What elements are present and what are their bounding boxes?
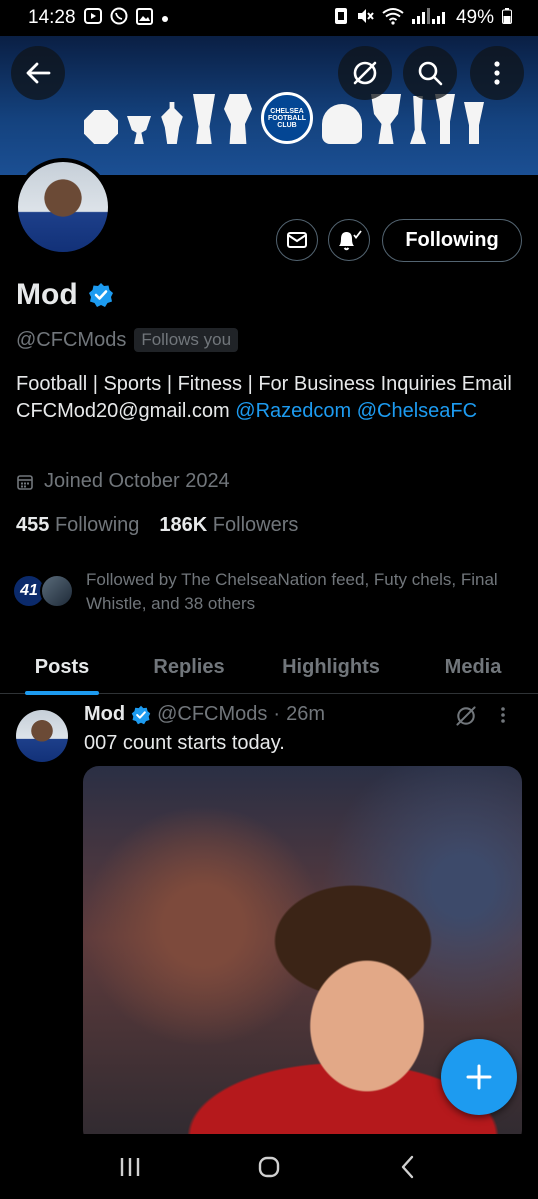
bio-mention-razedcom[interactable]: @Razedcom [235, 400, 351, 422]
trophy-icon [322, 104, 362, 144]
home-button[interactable] [239, 1142, 299, 1192]
tab-posts[interactable]: Posts [0, 640, 124, 694]
trophy-icon [193, 94, 215, 144]
post-author-handle[interactable]: @CFCMods [157, 703, 267, 726]
following-count: 455 [16, 514, 50, 536]
media-icon [83, 8, 102, 28]
profile-handle: @CFCMods [16, 328, 127, 351]
dot-icon [161, 10, 169, 27]
back-nav-button[interactable] [378, 1142, 438, 1192]
bell-check-icon [339, 230, 362, 251]
followed-by[interactable]: 41 Followed by The ChelseaNation feed, F… [12, 568, 528, 616]
battery-percent: 49% [455, 7, 494, 28]
profile-name-row: Mod [16, 278, 114, 312]
trophy-icon [224, 94, 252, 144]
search-button[interactable] [403, 46, 457, 100]
compose-post-button[interactable] [441, 1039, 517, 1115]
whatsapp-icon [110, 7, 128, 29]
profile-name: Mod [16, 278, 78, 311]
following-label: Following [54, 514, 140, 536]
chelsea-crest-icon: CHELSEA FOOTBALL CLUB [261, 92, 313, 144]
status-bar: 14:28 49% [0, 0, 538, 36]
profile-tabs: Posts Replies Highlights Media [0, 640, 538, 694]
message-button[interactable] [276, 219, 318, 261]
chevron-left-icon [402, 1155, 414, 1178]
tab-highlights[interactable]: Highlights [254, 640, 408, 694]
notifications-button[interactable] [328, 219, 370, 261]
trophy-row: CHELSEA FOOTBALL CLUB [84, 92, 484, 144]
grok-button[interactable] [338, 46, 392, 100]
arrow-left-icon [26, 62, 51, 84]
following-stat[interactable]: 455 Following [16, 514, 139, 537]
post-separator: · [273, 703, 281, 725]
crest-text: CHELSEA FOOTBALL CLUB [267, 107, 307, 129]
grok-icon [456, 706, 476, 726]
followers-label: Followers [212, 514, 299, 536]
post-grok-button[interactable] [454, 704, 478, 733]
trophy-icon [161, 102, 183, 144]
nfc-icon [334, 7, 348, 29]
wifi-icon [382, 7, 404, 29]
post-more-button[interactable] [500, 706, 506, 730]
trophy-icon [464, 102, 484, 144]
followers-count: 186K [159, 514, 208, 536]
trophy-icon [84, 110, 118, 144]
mail-icon [287, 232, 307, 248]
mute-icon [356, 7, 374, 29]
back-button[interactable] [11, 46, 65, 100]
post-time[interactable]: 26m [286, 703, 325, 726]
status-time: 14:28 [28, 7, 76, 28]
post-avatar[interactable] [16, 710, 68, 762]
search-icon [418, 61, 443, 86]
trophy-icon [435, 94, 455, 144]
more-vertical-icon [494, 61, 500, 85]
more-vertical-icon [501, 707, 505, 723]
system-nav-bar [0, 1134, 538, 1199]
gallery-icon [135, 7, 153, 29]
tab-replies[interactable]: Replies [124, 640, 254, 694]
verified-badge-icon [131, 705, 151, 724]
grok-icon [353, 61, 377, 85]
following-button[interactable]: Following [382, 219, 522, 262]
follow-stats: 455 Following 186K Followers [16, 514, 298, 537]
followed-by-avatars: 41 [12, 568, 78, 608]
tab-media[interactable]: Media [408, 640, 538, 694]
follows-you-badge: Follows you [134, 328, 239, 352]
post-text: 007 count starts today. [84, 732, 285, 754]
bio-mention-chelseafc[interactable]: @ChelseaFC [357, 400, 477, 422]
post-header: Mod @CFCMods · 26m [84, 703, 325, 726]
followers-stat[interactable]: 186K Followers [159, 514, 298, 537]
trophy-icon [410, 96, 426, 144]
post-author-name[interactable]: Mod [84, 703, 125, 726]
trophy-icon [371, 94, 401, 144]
more-options-button[interactable] [470, 46, 524, 100]
mini-avatar-number: 41 [20, 582, 38, 599]
trophy-icon [127, 116, 151, 144]
plus-icon [466, 1064, 492, 1090]
recent-apps-button[interactable] [100, 1142, 160, 1192]
mini-avatar [40, 574, 74, 608]
calendar-icon [17, 474, 33, 490]
verified-badge-icon[interactable] [88, 282, 114, 308]
joined-text: Joined October 2024 [44, 470, 230, 492]
signal-icon [411, 8, 448, 28]
profile-handle-row: @CFCMods Follows you [16, 328, 239, 352]
battery-icon [502, 8, 512, 28]
profile-avatar[interactable] [14, 158, 112, 256]
profile-banner[interactable]: CHELSEA FOOTBALL CLUB [0, 36, 538, 175]
home-icon [258, 1156, 280, 1177]
profile-bio: Football | Sports | Fitness | For Busine… [16, 371, 526, 425]
recent-apps-icon [120, 1157, 139, 1176]
joined-date: Joined October 2024 [16, 470, 230, 493]
followed-by-text: Followed by The ChelseaNation feed, Futy… [86, 570, 498, 613]
